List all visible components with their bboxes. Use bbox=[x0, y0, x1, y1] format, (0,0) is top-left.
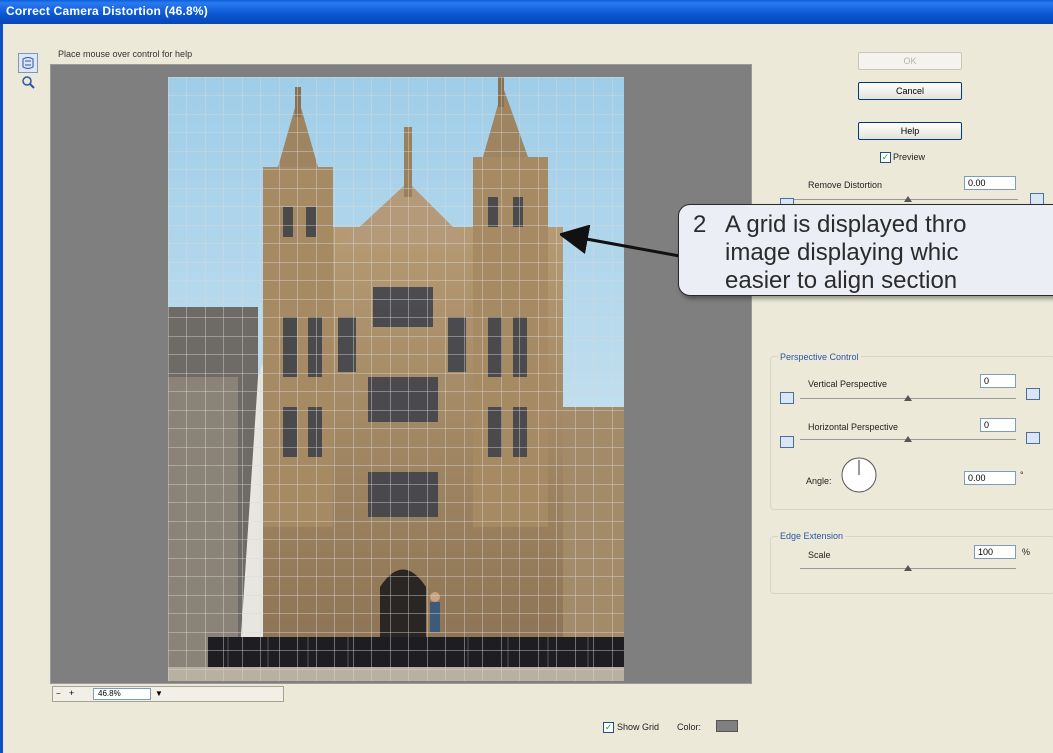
zoom-dropdown-chevron-icon[interactable]: ▼ bbox=[155, 689, 163, 698]
vertical-perspective-right-icon bbox=[1026, 388, 1040, 400]
callout-line-3: easier to align section bbox=[725, 267, 958, 294]
perspective-group-title: Perspective Control bbox=[778, 352, 861, 362]
angle-label: Angle: bbox=[806, 476, 832, 486]
scale-field[interactable]: 100 bbox=[974, 545, 1016, 559]
preview-checkbox[interactable]: ✓ bbox=[880, 152, 891, 163]
zoom-level-field[interactable]: 46.8% bbox=[93, 688, 151, 700]
help-text: Place mouse over control for help bbox=[58, 49, 193, 59]
horizontal-perspective-label: Horizontal Perspective bbox=[808, 422, 899, 432]
scale-label: Scale bbox=[808, 550, 831, 560]
show-grid-label: Show Grid bbox=[617, 722, 660, 732]
vertical-perspective-slider-thumb[interactable] bbox=[904, 395, 912, 401]
check-icon: ✓ bbox=[881, 152, 890, 162]
vertical-perspective-label: Vertical Perspective bbox=[808, 379, 888, 389]
window-title: Correct Camera Distortion (46.8%) bbox=[6, 4, 208, 18]
preview-label: Preview bbox=[893, 152, 926, 162]
callout-number: 2 bbox=[693, 211, 707, 238]
horizontal-perspective-right-icon bbox=[1026, 432, 1040, 444]
help-button[interactable]: Help bbox=[858, 122, 962, 140]
horizontal-perspective-slider-thumb[interactable] bbox=[904, 436, 912, 442]
angle-field[interactable]: 0.00 bbox=[964, 471, 1016, 485]
remove-distortion-label: Remove Distortion bbox=[808, 180, 883, 190]
edge-extension-title: Edge Extension bbox=[778, 531, 846, 541]
remove-distortion-slider-thumb[interactable] bbox=[904, 196, 912, 202]
angle-dial[interactable] bbox=[840, 456, 878, 494]
callout-box: 2 A grid is displayed thro image display… bbox=[678, 204, 1053, 296]
remove-distortion-field[interactable]: 0.00 bbox=[964, 176, 1016, 190]
vertical-perspective-field[interactable]: 0 bbox=[980, 374, 1016, 388]
preview-photo-with-grid[interactable] bbox=[168, 77, 624, 681]
horizontal-perspective-field[interactable]: 0 bbox=[980, 418, 1016, 432]
show-grid-checkbox[interactable]: ✓ bbox=[603, 722, 614, 733]
vertical-perspective-left-icon bbox=[780, 392, 794, 404]
zoom-tool-icon[interactable] bbox=[18, 72, 38, 92]
angle-unit: ° bbox=[1020, 470, 1024, 480]
cancel-button[interactable]: Cancel bbox=[858, 82, 962, 100]
zoom-bar: − + 46.8% ▼ bbox=[52, 686, 284, 702]
ok-button[interactable]: OK bbox=[858, 52, 962, 70]
grid-color-swatch[interactable] bbox=[716, 720, 738, 732]
callout-line-2: image displaying whic bbox=[725, 239, 959, 266]
remove-distortion-tool-icon[interactable] bbox=[18, 53, 38, 73]
zoom-out-icon[interactable]: − bbox=[56, 689, 61, 698]
horizontal-perspective-left-icon bbox=[780, 436, 794, 448]
check-icon: ✓ bbox=[604, 722, 613, 732]
scale-slider-thumb[interactable] bbox=[904, 565, 912, 571]
title-bar[interactable]: Correct Camera Distortion (46.8%) bbox=[0, 0, 1053, 24]
zoom-in-icon[interactable]: + bbox=[69, 688, 74, 698]
grid-color-label: Color: bbox=[677, 722, 702, 732]
callout-line-1: A grid is displayed thro bbox=[725, 211, 967, 238]
scale-unit: % bbox=[1022, 547, 1031, 557]
